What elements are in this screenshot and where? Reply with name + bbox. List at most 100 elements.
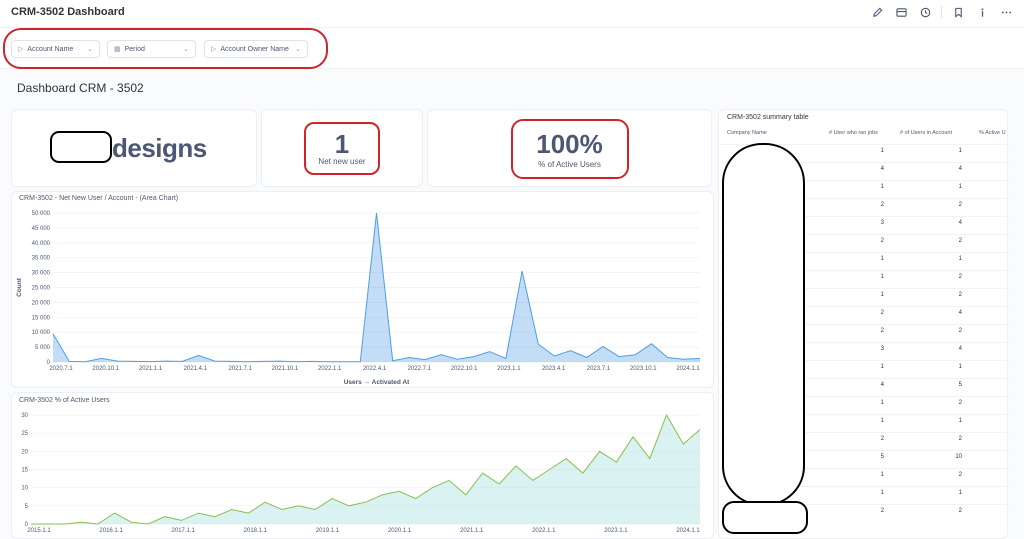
table-cell-users-in-account: 4	[958, 220, 962, 226]
red-annotation-active	[511, 119, 629, 179]
table-cell-users-in-account: 2	[958, 400, 962, 406]
x-tick-label: 2024.1.1	[676, 528, 700, 534]
more-icon[interactable]	[998, 4, 1014, 20]
x-tick-label: 2018.1.1	[244, 528, 268, 534]
table-cell-users-in-account: 2	[958, 238, 962, 244]
table-cell-users-in-account: 1	[958, 148, 962, 154]
info-icon[interactable]	[974, 4, 990, 20]
red-annotation-filters	[3, 28, 328, 69]
y-tick-label: 30	[21, 413, 28, 419]
x-tick-label: 2020.10.1	[92, 366, 119, 372]
table-cell-users-in-account: 2	[958, 328, 962, 334]
table-cell-users-ran-jobs: 1	[880, 490, 884, 496]
column-header-users-ran-jobs[interactable]: # User who ran jobs	[829, 130, 878, 136]
y-axis-label: Count	[16, 277, 23, 297]
bookmark-icon[interactable]	[950, 4, 966, 20]
card-icon[interactable]	[893, 4, 909, 20]
table-cell-users-ran-jobs: 2	[880, 436, 884, 442]
logo-text: designs	[112, 133, 207, 163]
x-tick-label: 2015.1.1	[27, 528, 51, 534]
x-tick-label: 2024.1.1	[676, 366, 700, 372]
column-header-users-in-account[interactable]: # of Users in Account	[900, 130, 952, 136]
table-cell-users-in-account: 1	[958, 490, 962, 496]
y-tick-label: 20	[21, 449, 28, 455]
x-tick-label: 2021.7.1	[228, 366, 252, 372]
x-tick-label: 2022.7.1	[408, 366, 432, 372]
x-axis-label: Users → Activated At	[344, 379, 410, 386]
x-tick-label: 2021.10.1	[272, 366, 299, 372]
redaction-box-bottom	[722, 501, 808, 534]
y-tick-label: 25 000	[32, 286, 51, 292]
active-chart-title: CRM-3502 % of Active Users	[19, 397, 110, 404]
pencil-icon[interactable]	[869, 4, 885, 20]
column-header-company[interactable]: Company Name	[727, 130, 767, 136]
table-cell-users-in-account: 2	[958, 202, 962, 208]
table-cell-users-ran-jobs: 2	[880, 508, 884, 514]
y-tick-label: 10	[21, 486, 28, 492]
table-cell-users-ran-jobs: 1	[880, 184, 884, 190]
x-tick-label: 2022.4.1	[363, 366, 387, 372]
table-cell-users-in-account: 10	[955, 454, 962, 460]
table-cell-users-in-account: 2	[958, 274, 962, 280]
x-tick-label: 2021.1.1	[460, 528, 484, 534]
table-cell-users-ran-jobs: 3	[880, 220, 884, 226]
x-tick-label: 2023.10.1	[630, 366, 657, 372]
table-cell-users-in-account: 4	[958, 346, 962, 352]
table-cell-users-in-account: 1	[958, 256, 962, 262]
x-tick-label: 2021.4.1	[184, 366, 208, 372]
dashboard-heading: Dashboard CRM - 3502	[17, 81, 144, 95]
table-cell-users-in-account: 1	[958, 418, 962, 424]
table-cell-users-in-account: 4	[958, 310, 962, 316]
top-bar: CRM-3502 Dashboard	[0, 0, 1024, 28]
y-tick-label: 15 000	[32, 315, 51, 321]
table-cell-users-in-account: 2	[958, 472, 962, 478]
x-tick-label: 2022.10.1	[451, 366, 478, 372]
table-cell-users-in-account: 1	[958, 184, 962, 190]
y-tick-label: 20 000	[32, 300, 51, 306]
table-cell-users-ran-jobs: 4	[880, 382, 884, 388]
x-tick-label: 2019.1.1	[316, 528, 340, 534]
y-tick-label: 45 000	[32, 226, 51, 232]
x-tick-label: 2020.7.1	[49, 366, 73, 372]
area-chart-title: CRM-3502 - Net New User / Account - (Are…	[19, 195, 179, 202]
x-tick-label: 2017.1.1	[172, 528, 196, 534]
toolbar	[869, 4, 1014, 20]
redaction-box	[50, 131, 112, 163]
y-tick-label: 5	[25, 504, 29, 510]
table-cell-users-in-account: 2	[958, 292, 962, 298]
x-tick-label: 2022.1.1	[318, 366, 342, 372]
table-cell-users-ran-jobs: 2	[880, 238, 884, 244]
x-tick-label: 2023.4.1	[542, 366, 566, 372]
x-tick-label: 2023.1.1	[604, 528, 628, 534]
table-cell-users-ran-jobs: 1	[880, 400, 884, 406]
table-cell-users-ran-jobs: 5	[880, 454, 884, 460]
table-cell-users-ran-jobs: 1	[880, 148, 884, 154]
table-cell-users-ran-jobs: 1	[880, 364, 884, 370]
table-cell-users-in-account: 5	[958, 382, 962, 388]
table-cell-users-in-account: 1	[958, 364, 962, 370]
y-tick-label: 35 000	[32, 256, 51, 262]
table-cell-users-ran-jobs: 4	[880, 166, 884, 172]
column-header-active-users[interactable]: % Active U	[979, 130, 1006, 136]
y-tick-label: 25	[21, 431, 28, 437]
area-chart[interactable]: 05 00010 00015 00020 00025 00030 00035 0…	[11, 203, 714, 386]
x-tick-label: 2022.1.1	[532, 528, 556, 534]
table-cell-users-in-account: 2	[958, 508, 962, 514]
toolbar-divider	[941, 6, 942, 18]
table-cell-users-ran-jobs: 1	[880, 418, 884, 424]
table-cell-users-ran-jobs: 2	[880, 328, 884, 334]
table-cell-users-ran-jobs: 2	[880, 310, 884, 316]
active-chart[interactable]: 0510152025302015.1.1 2016.1.1 2017.1.1 2018…	[11, 405, 714, 539]
y-tick-label: 30 000	[32, 271, 51, 277]
table-cell-users-ran-jobs: 2	[880, 202, 884, 208]
x-tick-label: 2016.1.1	[99, 528, 123, 534]
y-tick-label: 10 000	[32, 330, 51, 336]
red-annotation-net-new	[304, 122, 380, 175]
table-cell-users-ran-jobs: 3	[880, 346, 884, 352]
dashboard-title: CRM-3502 Dashboard	[11, 6, 125, 18]
table-cell-users-ran-jobs: 1	[880, 292, 884, 298]
x-tick-label: 2021.1.1	[139, 366, 163, 372]
table-cell-users-in-account: 4	[958, 166, 962, 172]
clock-icon[interactable]	[917, 4, 933, 20]
y-tick-label: 50 000	[32, 211, 51, 217]
